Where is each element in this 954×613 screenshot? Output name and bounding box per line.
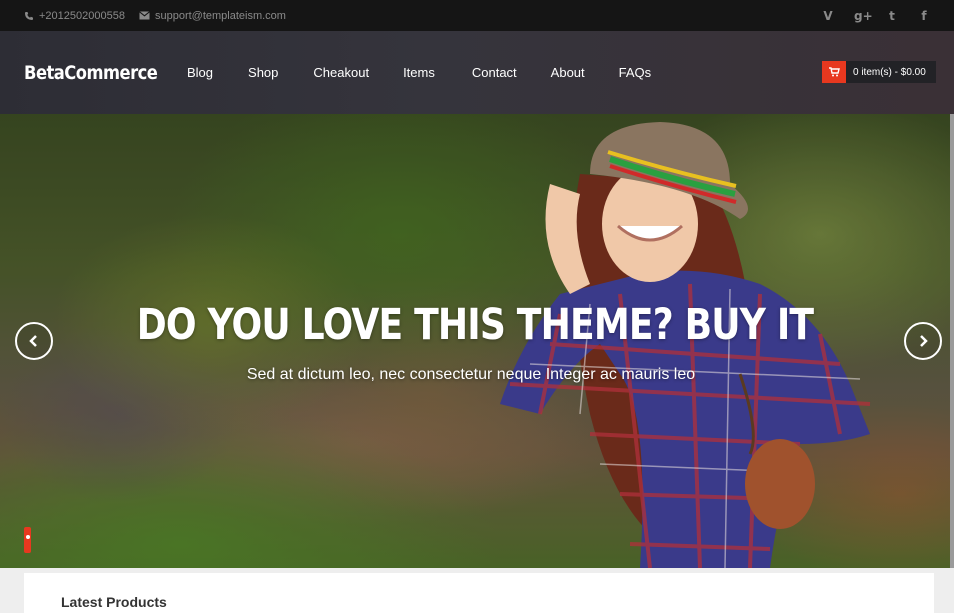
page-scrollbar[interactable] [950, 114, 954, 568]
main-menu: Blog Shop Cheakout Items Contact About F… [187, 31, 651, 114]
hero-title: DO YOU LOVE THIS THEME? BUY IT [136, 300, 814, 350]
nav-item-contact[interactable]: Contact [472, 65, 517, 80]
phone-icon [25, 11, 33, 20]
chevron-right-icon [920, 335, 928, 347]
slider-prev-button[interactable] [15, 322, 53, 360]
email-address[interactable]: support@templateism.com [155, 10, 286, 22]
top-bar: +2012502000558 support@templateism.com V… [0, 0, 954, 31]
hero-slider: DO YOU LOVE THIS THEME? BUY IT Sed at di… [0, 114, 950, 568]
social-links: V g+ t f [822, 0, 930, 31]
phone-number: +2012502000558 [39, 9, 125, 22]
nav-item-about[interactable]: About [551, 65, 585, 80]
facebook-icon[interactable]: f [918, 9, 930, 23]
cart-summary: 0 item(s) - $0.00 [846, 61, 936, 83]
contact-info: +2012502000558 support@templateism.com [24, 0, 286, 31]
cart-icon [822, 61, 846, 83]
section-title: Latest Products [61, 594, 167, 610]
email-contact[interactable]: support@templateism.com [139, 10, 286, 22]
google-plus-icon[interactable]: g+ [854, 9, 873, 23]
chevron-left-icon [29, 335, 37, 347]
nav-item-items[interactable]: Items [403, 65, 435, 80]
site-logo[interactable]: BetaCommerce [24, 31, 158, 114]
nav-item-blog[interactable]: Blog [187, 65, 213, 80]
nav-item-faqs[interactable]: FAQs [619, 65, 652, 80]
envelope-icon [139, 11, 150, 20]
hero-subtitle: Sed at dictum leo, nec consectetur neque… [246, 366, 696, 383]
slider-pagination[interactable] [24, 527, 31, 553]
cart-button[interactable]: 0 item(s) - $0.00 [822, 61, 936, 83]
phone-contact: +2012502000558 [24, 10, 125, 22]
nav-item-checkout[interactable]: Cheakout [313, 65, 369, 80]
twitter-icon[interactable]: t [886, 9, 898, 23]
vine-icon[interactable]: V [822, 9, 834, 23]
slider-next-button[interactable] [904, 322, 942, 360]
main-header: BetaCommerce Blog Shop Cheakout Items Co… [0, 31, 954, 114]
nav-item-shop[interactable]: Shop [248, 65, 278, 80]
slider-dot-active[interactable] [25, 535, 30, 539]
latest-products-section: Latest Products [24, 573, 934, 613]
